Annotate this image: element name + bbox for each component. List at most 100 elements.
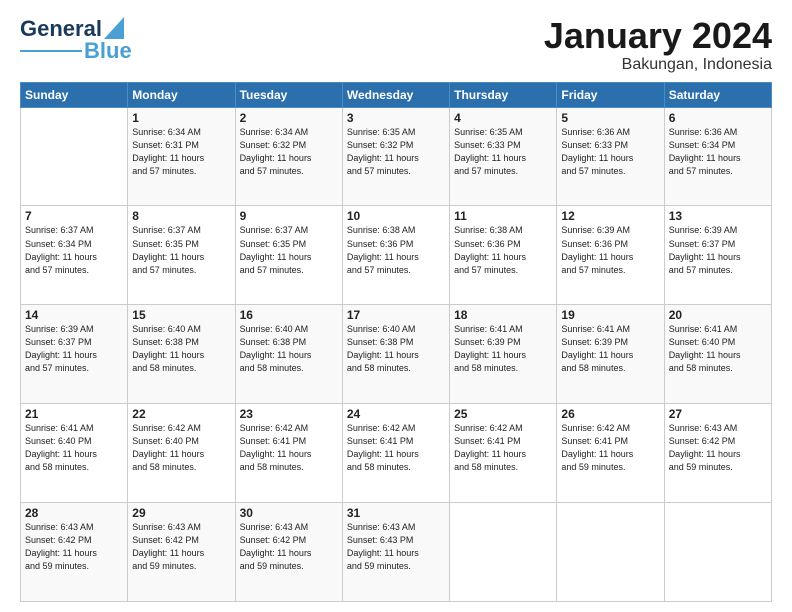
table-row: 22Sunrise: 6:42 AM Sunset: 6:40 PM Dayli…	[128, 404, 235, 503]
day-number: 27	[669, 407, 767, 421]
table-row: 8Sunrise: 6:37 AM Sunset: 6:35 PM Daylig…	[128, 206, 235, 305]
calendar-week-row: 1Sunrise: 6:34 AM Sunset: 6:31 PM Daylig…	[21, 107, 772, 206]
day-info: Sunrise: 6:39 AM Sunset: 6:36 PM Dayligh…	[561, 224, 659, 276]
day-info: Sunrise: 6:43 AM Sunset: 6:42 PM Dayligh…	[669, 422, 767, 474]
table-row	[664, 503, 771, 602]
table-row: 20Sunrise: 6:41 AM Sunset: 6:40 PM Dayli…	[664, 305, 771, 404]
day-number: 24	[347, 407, 445, 421]
day-info: Sunrise: 6:35 AM Sunset: 6:33 PM Dayligh…	[454, 126, 552, 178]
logo-icon	[104, 17, 124, 39]
day-info: Sunrise: 6:43 AM Sunset: 6:42 PM Dayligh…	[25, 521, 123, 573]
day-number: 20	[669, 308, 767, 322]
day-info: Sunrise: 6:41 AM Sunset: 6:40 PM Dayligh…	[25, 422, 123, 474]
day-number: 26	[561, 407, 659, 421]
table-row: 13Sunrise: 6:39 AM Sunset: 6:37 PM Dayli…	[664, 206, 771, 305]
day-info: Sunrise: 6:36 AM Sunset: 6:33 PM Dayligh…	[561, 126, 659, 178]
col-tuesday: Tuesday	[235, 82, 342, 107]
table-row: 16Sunrise: 6:40 AM Sunset: 6:38 PM Dayli…	[235, 305, 342, 404]
table-row	[450, 503, 557, 602]
day-number: 17	[347, 308, 445, 322]
day-number: 18	[454, 308, 552, 322]
day-info: Sunrise: 6:35 AM Sunset: 6:32 PM Dayligh…	[347, 126, 445, 178]
table-row: 12Sunrise: 6:39 AM Sunset: 6:36 PM Dayli…	[557, 206, 664, 305]
day-number: 28	[25, 506, 123, 520]
day-number: 9	[240, 209, 338, 223]
table-row	[557, 503, 664, 602]
table-row: 9Sunrise: 6:37 AM Sunset: 6:35 PM Daylig…	[235, 206, 342, 305]
table-row: 24Sunrise: 6:42 AM Sunset: 6:41 PM Dayli…	[342, 404, 449, 503]
logo-blue: Blue	[84, 38, 132, 64]
day-info: Sunrise: 6:38 AM Sunset: 6:36 PM Dayligh…	[347, 224, 445, 276]
table-row: 15Sunrise: 6:40 AM Sunset: 6:38 PM Dayli…	[128, 305, 235, 404]
day-info: Sunrise: 6:42 AM Sunset: 6:40 PM Dayligh…	[132, 422, 230, 474]
day-number: 16	[240, 308, 338, 322]
table-row	[21, 107, 128, 206]
day-number: 5	[561, 111, 659, 125]
col-wednesday: Wednesday	[342, 82, 449, 107]
day-number: 15	[132, 308, 230, 322]
table-row: 3Sunrise: 6:35 AM Sunset: 6:32 PM Daylig…	[342, 107, 449, 206]
col-sunday: Sunday	[21, 82, 128, 107]
table-row: 21Sunrise: 6:41 AM Sunset: 6:40 PM Dayli…	[21, 404, 128, 503]
logo: General Blue	[20, 16, 132, 64]
day-info: Sunrise: 6:42 AM Sunset: 6:41 PM Dayligh…	[240, 422, 338, 474]
day-number: 21	[25, 407, 123, 421]
calendar-table: Sunday Monday Tuesday Wednesday Thursday…	[20, 82, 772, 602]
day-number: 2	[240, 111, 338, 125]
table-row: 2Sunrise: 6:34 AM Sunset: 6:32 PM Daylig…	[235, 107, 342, 206]
col-saturday: Saturday	[664, 82, 771, 107]
day-info: Sunrise: 6:37 AM Sunset: 6:34 PM Dayligh…	[25, 224, 123, 276]
header: General Blue January 2024 Bakungan, Indo…	[20, 16, 772, 74]
calendar-header-row: Sunday Monday Tuesday Wednesday Thursday…	[21, 82, 772, 107]
table-row: 27Sunrise: 6:43 AM Sunset: 6:42 PM Dayli…	[664, 404, 771, 503]
calendar-week-row: 21Sunrise: 6:41 AM Sunset: 6:40 PM Dayli…	[21, 404, 772, 503]
table-row: 26Sunrise: 6:42 AM Sunset: 6:41 PM Dayli…	[557, 404, 664, 503]
day-info: Sunrise: 6:41 AM Sunset: 6:39 PM Dayligh…	[561, 323, 659, 375]
table-row: 29Sunrise: 6:43 AM Sunset: 6:42 PM Dayli…	[128, 503, 235, 602]
table-row: 5Sunrise: 6:36 AM Sunset: 6:33 PM Daylig…	[557, 107, 664, 206]
day-info: Sunrise: 6:40 AM Sunset: 6:38 PM Dayligh…	[132, 323, 230, 375]
table-row: 1Sunrise: 6:34 AM Sunset: 6:31 PM Daylig…	[128, 107, 235, 206]
day-number: 22	[132, 407, 230, 421]
day-info: Sunrise: 6:43 AM Sunset: 6:42 PM Dayligh…	[132, 521, 230, 573]
table-row: 19Sunrise: 6:41 AM Sunset: 6:39 PM Dayli…	[557, 305, 664, 404]
calendar-title: January 2024	[544, 16, 772, 56]
day-info: Sunrise: 6:40 AM Sunset: 6:38 PM Dayligh…	[240, 323, 338, 375]
table-row: 11Sunrise: 6:38 AM Sunset: 6:36 PM Dayli…	[450, 206, 557, 305]
day-info: Sunrise: 6:34 AM Sunset: 6:31 PM Dayligh…	[132, 126, 230, 178]
day-number: 8	[132, 209, 230, 223]
day-number: 11	[454, 209, 552, 223]
day-number: 10	[347, 209, 445, 223]
day-number: 31	[347, 506, 445, 520]
table-row: 31Sunrise: 6:43 AM Sunset: 6:43 PM Dayli…	[342, 503, 449, 602]
title-block: January 2024 Bakungan, Indonesia	[544, 16, 772, 74]
day-info: Sunrise: 6:42 AM Sunset: 6:41 PM Dayligh…	[454, 422, 552, 474]
day-number: 23	[240, 407, 338, 421]
day-number: 29	[132, 506, 230, 520]
day-info: Sunrise: 6:38 AM Sunset: 6:36 PM Dayligh…	[454, 224, 552, 276]
day-number: 14	[25, 308, 123, 322]
day-info: Sunrise: 6:37 AM Sunset: 6:35 PM Dayligh…	[132, 224, 230, 276]
calendar-week-row: 28Sunrise: 6:43 AM Sunset: 6:42 PM Dayli…	[21, 503, 772, 602]
calendar-week-row: 7Sunrise: 6:37 AM Sunset: 6:34 PM Daylig…	[21, 206, 772, 305]
calendar-subtitle: Bakungan, Indonesia	[544, 56, 772, 74]
table-row: 28Sunrise: 6:43 AM Sunset: 6:42 PM Dayli…	[21, 503, 128, 602]
page: General Blue January 2024 Bakungan, Indo…	[0, 0, 792, 612]
table-row: 4Sunrise: 6:35 AM Sunset: 6:33 PM Daylig…	[450, 107, 557, 206]
table-row: 23Sunrise: 6:42 AM Sunset: 6:41 PM Dayli…	[235, 404, 342, 503]
col-thursday: Thursday	[450, 82, 557, 107]
day-number: 3	[347, 111, 445, 125]
table-row: 17Sunrise: 6:40 AM Sunset: 6:38 PM Dayli…	[342, 305, 449, 404]
table-row: 18Sunrise: 6:41 AM Sunset: 6:39 PM Dayli…	[450, 305, 557, 404]
day-number: 19	[561, 308, 659, 322]
day-number: 13	[669, 209, 767, 223]
day-info: Sunrise: 6:41 AM Sunset: 6:40 PM Dayligh…	[669, 323, 767, 375]
col-friday: Friday	[557, 82, 664, 107]
day-number: 7	[25, 209, 123, 223]
day-info: Sunrise: 6:40 AM Sunset: 6:38 PM Dayligh…	[347, 323, 445, 375]
day-info: Sunrise: 6:42 AM Sunset: 6:41 PM Dayligh…	[347, 422, 445, 474]
day-number: 6	[669, 111, 767, 125]
day-info: Sunrise: 6:42 AM Sunset: 6:41 PM Dayligh…	[561, 422, 659, 474]
logo-underline	[20, 50, 82, 52]
day-info: Sunrise: 6:36 AM Sunset: 6:34 PM Dayligh…	[669, 126, 767, 178]
